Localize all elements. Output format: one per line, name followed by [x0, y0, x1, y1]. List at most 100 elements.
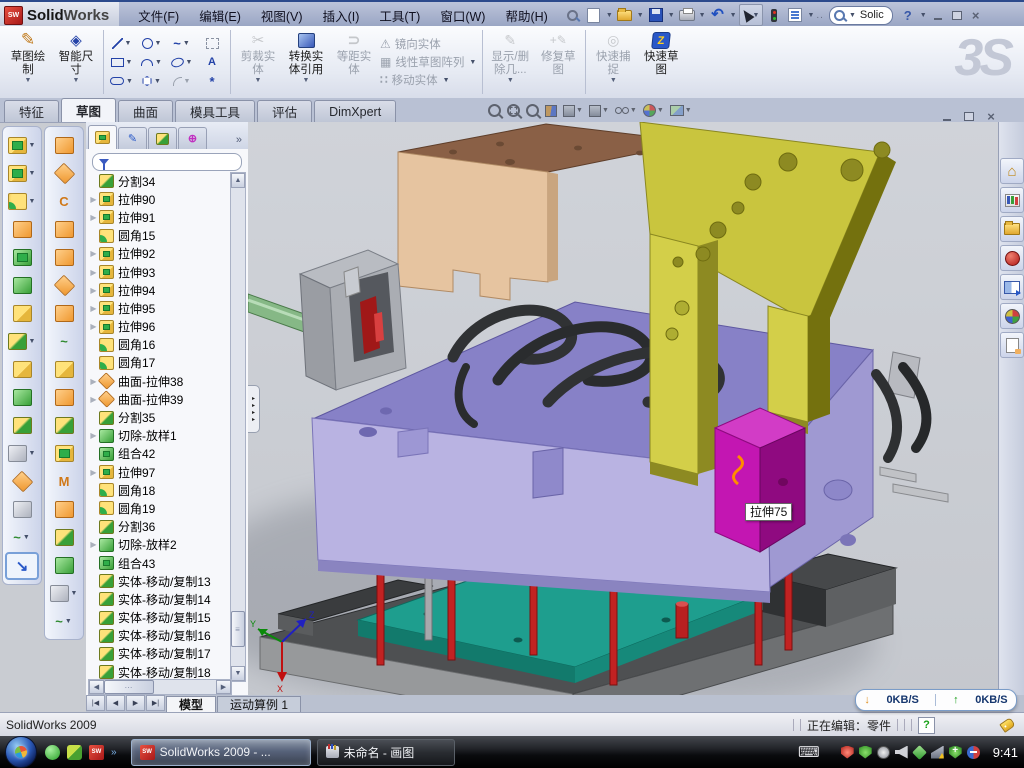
search-input[interactable]: ▼ Solic [829, 6, 893, 25]
features-tool-button-5[interactable] [5, 244, 39, 271]
property-manager-tab[interactable]: ✎ [118, 127, 147, 149]
surfaces-tool-button-16[interactable] [47, 552, 81, 579]
view-palette-icon[interactable] [1000, 274, 1024, 300]
solidworks-quicklaunch-icon[interactable]: SW [89, 745, 104, 760]
tree-item-拉伸95[interactable]: ▶拉伸95 [88, 299, 232, 317]
expand-arrow-icon[interactable]: ▶ [88, 322, 99, 331]
sketch-tool-point[interactable]: * [197, 72, 227, 91]
features-tool-button-12[interactable]: ▼ [5, 440, 39, 467]
tab-scroll-next-button[interactable]: ▶ [126, 695, 145, 711]
expand-arrow-icon[interactable]: ▶ [88, 195, 99, 204]
tab-motion-study[interactable]: 运动算例 1 [217, 696, 301, 712]
part-core-block[interactable] [312, 302, 948, 603]
expand-arrow-icon[interactable]: ▶ [88, 304, 99, 313]
tab-模具工具[interactable]: 模具工具 [175, 100, 255, 122]
3d-model[interactable]: Y Z X [248, 122, 998, 695]
expand-arrow-icon[interactable]: ▶ [88, 286, 99, 295]
expand-arrow-icon[interactable]: ▶ [88, 468, 99, 477]
expand-arrow-icon[interactable]: ▶ [88, 540, 99, 549]
file-explorer-icon[interactable] [1000, 216, 1024, 242]
surfaces-tool-button-11[interactable] [47, 412, 81, 439]
features-tool-button-4[interactable] [5, 216, 39, 243]
features-tool-button-11[interactable] [5, 412, 39, 439]
surfaces-tool-button-10[interactable] [47, 384, 81, 411]
features-tool-button-13[interactable] [5, 468, 39, 495]
tree-item-实体-移动/复制17[interactable]: 实体-移动/复制17 [88, 645, 232, 663]
minimize-button[interactable] [929, 8, 947, 23]
design-library-icon[interactable] [1000, 187, 1024, 213]
surfaces-tool-button-3[interactable]: C [47, 188, 81, 215]
features-tool-button-16[interactable]: ↘ [5, 552, 39, 580]
edit-appearance-icon[interactable]: ▼ [643, 104, 664, 117]
expand-arrow-icon[interactable]: ▶ [88, 395, 99, 404]
save-dropdown-icon[interactable]: ▼ [668, 12, 675, 19]
search-dropdown-icon[interactable]: ▼ [849, 12, 856, 19]
close-button[interactable]: × [967, 8, 985, 23]
tree-item-圆角18[interactable]: 圆角18 [88, 481, 232, 499]
save-icon[interactable] [646, 6, 666, 24]
dimxpert-manager-tab[interactable]: ⊕ [178, 127, 207, 149]
tab-scroll-last-button[interactable]: ▶| [146, 695, 165, 711]
tree-item-拉伸93[interactable]: ▶拉伸93 [88, 263, 232, 281]
tree-item-分割34[interactable]: 分割34 [88, 172, 232, 190]
updater-icon[interactable] [912, 745, 927, 760]
menu-文件(F)[interactable]: 文件(F) [129, 3, 188, 28]
new-document-icon[interactable] [584, 6, 604, 24]
undo-dropdown-icon[interactable]: ▼ [730, 12, 737, 19]
sketch-button[interactable]: ✎草图绘制▼ [4, 26, 52, 98]
section-view-icon[interactable] [545, 105, 557, 117]
features-tool-button-2[interactable]: ▼ [5, 160, 39, 187]
volume-icon[interactable] [895, 746, 908, 759]
health-shield-icon[interactable] [949, 746, 962, 759]
doc-minimize-button[interactable] [938, 109, 956, 124]
panel-splitter-handle[interactable]: ▸▸▸▸ [248, 385, 260, 433]
tree-vertical-scrollbar[interactable]: ▲ ≡ ▼ [230, 172, 246, 682]
tree-item-拉伸91[interactable]: ▶拉伸91 [88, 208, 232, 226]
tree-item-拉伸96[interactable]: ▶拉伸96 [88, 318, 232, 336]
pin-icon[interactable] [563, 6, 583, 24]
messenger-icon[interactable] [45, 745, 60, 760]
tree-item-圆角15[interactable]: 圆角15 [88, 227, 232, 245]
sync-icon[interactable] [967, 746, 980, 759]
tree-item-切除-放样1[interactable]: ▶切除-放样1 [88, 427, 232, 445]
select-tool[interactable]: ▼ [739, 4, 764, 26]
surfaces-tool-button-1[interactable] [47, 132, 81, 159]
launcher-icon[interactable] [67, 745, 82, 760]
features-tool-button-8[interactable]: ▼ [5, 328, 39, 355]
solidworks-resources-icon[interactable]: ⌂ [1000, 158, 1024, 184]
configuration-manager-tab[interactable] [148, 127, 177, 149]
input-method-icon[interactable]: ⌨ [798, 743, 820, 761]
tree-horizontal-scrollbar[interactable]: ◀ ⋯ ▶ [88, 679, 232, 695]
surfaces-tool-button-2[interactable] [47, 160, 81, 187]
tree-item-拉伸97[interactable]: ▶拉伸97 [88, 463, 232, 481]
tags-icon[interactable] [999, 717, 1015, 733]
sketch-tool-ellipse[interactable]: ▼ [167, 53, 197, 72]
taskbar-button-paint[interactable]: 未命名 - 画图 [317, 739, 455, 766]
tree-item-实体-移动/复制18[interactable]: 实体-移动/复制18 [88, 663, 232, 679]
custom-properties-icon[interactable] [1000, 332, 1024, 358]
sketch-tool-text[interactable]: A [197, 53, 227, 72]
sketch-tool-slot[interactable]: ▼ [107, 72, 137, 91]
quick-tips-icon[interactable]: ? [918, 717, 935, 734]
menu-工具(T)[interactable]: 工具(T) [370, 3, 429, 28]
tree-item-圆角17[interactable]: 圆角17 [88, 354, 232, 372]
network-speed-monitor[interactable]: ↓ 0KB/S ↑ 0KB/S [855, 689, 1017, 711]
tree-item-实体-移动/复制13[interactable]: 实体-移动/复制13 [88, 572, 232, 590]
features-tool-button-14[interactable] [5, 496, 39, 523]
part-magenta-block[interactable] [715, 408, 805, 552]
surfaces-tool-button-9[interactable] [47, 356, 81, 383]
features-tool-button-3[interactable]: ▼ [5, 188, 39, 215]
tab-曲面[interactable]: 曲面 [118, 100, 173, 122]
surfaces-tool-button-8[interactable]: ~ [47, 328, 81, 355]
tree-item-实体-移动/复制16[interactable]: 实体-移动/复制16 [88, 627, 232, 645]
tree-item-组合43[interactable]: 组合43 [88, 554, 232, 572]
surfaces-tool-button-15[interactable] [47, 524, 81, 551]
surfaces-tool-button-4[interactable] [47, 216, 81, 243]
graphics-area[interactable]: Y Z X [248, 122, 998, 695]
network-warning-icon[interactable] [931, 746, 944, 759]
tree-item-拉伸92[interactable]: ▶拉伸92 [88, 245, 232, 263]
hide-show-items-icon[interactable]: ▼ [615, 107, 637, 114]
security-shield-icon[interactable] [859, 746, 872, 759]
menu-插入(I)[interactable]: 插入(I) [314, 3, 369, 28]
tree-item-实体-移动/复制15[interactable]: 实体-移动/复制15 [88, 609, 232, 627]
